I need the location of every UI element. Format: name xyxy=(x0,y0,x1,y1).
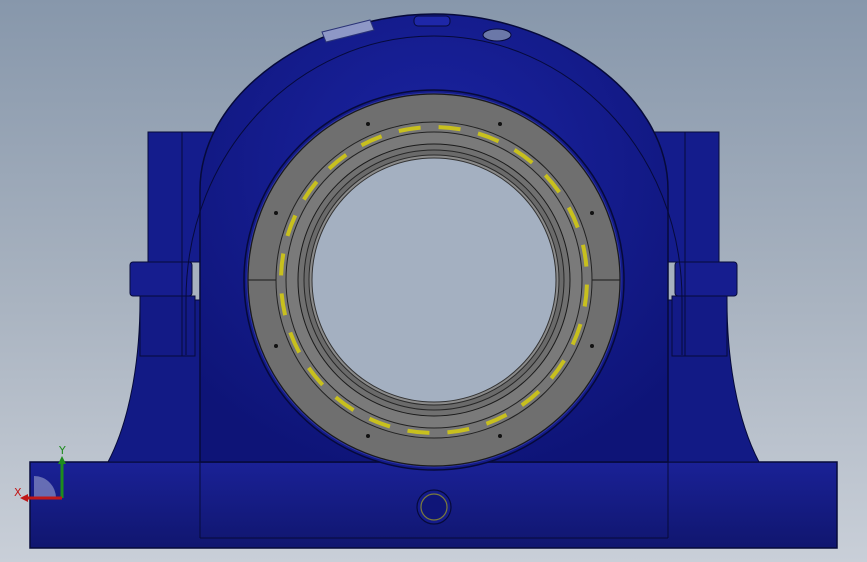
right-bolt-lug-flange xyxy=(674,261,738,297)
left-bolt-lug-flange xyxy=(129,261,193,297)
pillow-block-bearing-model[interactable] xyxy=(0,0,867,562)
cad-viewport[interactable]: Y X xyxy=(0,0,867,562)
drain-plug-inner xyxy=(420,493,448,521)
y-axis-label: Y xyxy=(58,444,66,457)
roller-element xyxy=(407,428,430,435)
coordinate-triad: Y X xyxy=(14,444,66,502)
bearing-bore xyxy=(311,157,557,403)
roller-element xyxy=(438,125,461,132)
top-grease-slot xyxy=(413,15,451,27)
roller-element xyxy=(279,253,286,276)
left-bolt-lug-lower xyxy=(139,295,196,357)
top-oil-hole xyxy=(482,28,512,42)
roller-element xyxy=(582,284,589,307)
triad-quadrant xyxy=(34,476,56,498)
x-axis-label: X xyxy=(14,486,22,499)
right-bolt-lug-lower xyxy=(671,295,728,357)
y-axis-arrow xyxy=(58,456,66,464)
